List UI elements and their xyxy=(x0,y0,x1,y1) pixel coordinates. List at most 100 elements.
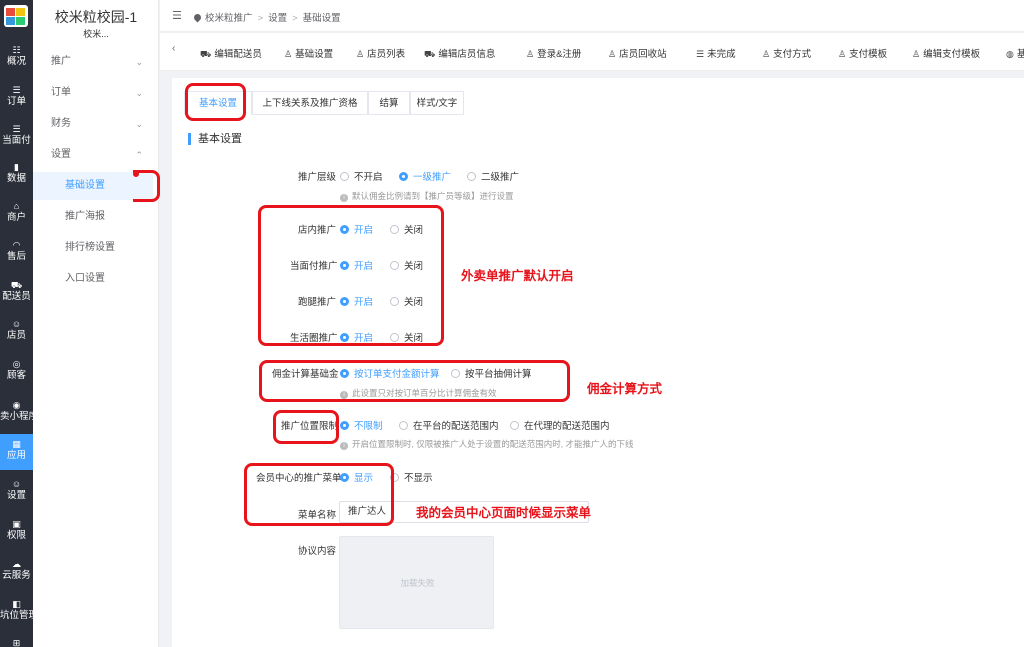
rail-item-overview[interactable]: ☷ 概况 xyxy=(0,40,33,76)
rail-item-clerk[interactable]: ☺ 店员 xyxy=(0,314,33,350)
rail-item-aftersale[interactable]: ◠ 售后 xyxy=(0,235,33,271)
clerk-icon: ☺ xyxy=(11,319,22,329)
breadcrumb-item[interactable]: 设置 xyxy=(268,13,287,24)
field-label: 推广层级 xyxy=(298,172,337,183)
sidebar-group-finance[interactable]: 财务 ⌄ xyxy=(33,114,159,134)
image-load-failed-text: 加载失败 xyxy=(400,578,435,588)
annotation-note: 我的会员中心页面时候显示菜单 xyxy=(416,506,592,520)
rail-item-windows[interactable]: ⊞ xyxy=(0,633,33,647)
person-icon: ♙ xyxy=(762,49,771,59)
person-icon: ♙ xyxy=(284,49,293,59)
sidebar-group-settings[interactable]: 设置 ⌃ xyxy=(33,145,159,165)
secondary-sidebar: 校米粒校园-1 校米... 推广 ⌄ 订单 ⌄ 财务 ⌄ 设置 ⌃ 基础设置 推广海报 … xyxy=(33,0,159,647)
sidebar-item-ranking[interactable]: 排行榜设置 xyxy=(33,234,153,262)
subtab-settlement[interactable]: 结算 xyxy=(368,91,410,115)
person-icon: ♙ xyxy=(526,49,535,59)
tab-payment-methods[interactable]: ♙ 支付方式 xyxy=(762,46,811,60)
permission-icon: ▣ xyxy=(12,519,21,529)
data-icon: ▮ xyxy=(14,162,19,172)
subtab-relations[interactable]: 上下线关系及推广资格 xyxy=(252,91,368,115)
chat-icon: ◍ xyxy=(1006,49,1014,59)
rail-item-courier[interactable]: ⛟ 配送员 xyxy=(0,275,33,311)
highlight-subtab-basic xyxy=(185,83,246,121)
rail-item-miniapp[interactable]: ◉ 卖小程序 xyxy=(0,395,38,431)
rail-item-permission[interactable]: ▣ 权限 xyxy=(0,514,33,550)
slot-icon: ◧ xyxy=(12,599,21,609)
field-label: 协议内容 xyxy=(298,546,337,557)
chevron-down-icon: ⌄ xyxy=(135,119,143,129)
radio-menu-hide[interactable]: 不显示 xyxy=(390,470,433,484)
chevron-up-icon: ⌃ xyxy=(135,150,143,160)
highlight-position xyxy=(273,410,339,444)
chevron-left-icon[interactable]: ‹ xyxy=(172,43,175,54)
order-icon: ☰ xyxy=(12,85,21,95)
radio-level-off[interactable]: 不开启 xyxy=(340,169,383,183)
annotation-note: 外卖单推广默认开启 xyxy=(461,269,574,283)
tab-login-register[interactable]: ♙ 登录&注册 xyxy=(526,46,581,60)
tab-payment-templates[interactable]: ♙ 支付模板 xyxy=(838,46,887,60)
highlight-sidebar-basic xyxy=(133,170,160,202)
agreement-image[interactable]: 加载失败 xyxy=(339,536,494,629)
tab-edit-payment-template[interactable]: ♙ 编辑支付模板 xyxy=(912,46,980,60)
top-header: ☰ 校米粒推广 > 设置 > 基础设置 xyxy=(160,0,1024,32)
info-icon: i xyxy=(340,442,348,450)
radio-level-two[interactable]: 二级推广 xyxy=(467,169,519,183)
rail-item-facepay[interactable]: ☰ 当面付 xyxy=(0,119,33,155)
highlight-commission xyxy=(259,360,570,402)
page-tabs: ‹ ⛟ 编辑配送员 ♙ 基础设置 ♙ 店员列表 ⛟ 编辑店员信息 ♙ 登录&注册 ♙ 店员回… xyxy=(160,33,1024,71)
chevron-down-icon: ⌄ xyxy=(135,88,143,98)
radio-position-none[interactable]: 不限制 xyxy=(340,418,383,432)
sidebar-group-orders[interactable]: 订单 ⌄ xyxy=(33,83,159,103)
rail-item-cloud[interactable]: ☁ 云服务 xyxy=(0,554,33,590)
info-icon: i xyxy=(340,194,348,202)
radio-position-agent[interactable]: 在代理的配送范围内 xyxy=(510,418,610,432)
rail-item-settings[interactable]: ☺ 设置 xyxy=(0,474,33,510)
courier-icon: ⛟ xyxy=(10,280,23,290)
radio-position-platform[interactable]: 在平台的配送范围内 xyxy=(399,418,499,432)
truck-icon: ⛟ xyxy=(424,49,436,59)
shop-icon: ⌂ xyxy=(13,201,20,211)
subtab-style-text[interactable]: 样式/文字 xyxy=(410,91,464,115)
cloud-icon: ☁ xyxy=(12,559,21,569)
tab-unfinished[interactable]: ☰ 未完成 xyxy=(696,46,736,60)
overview-icon: ☷ xyxy=(12,45,21,55)
rail-item-customer[interactable]: ◎ 顾客 xyxy=(0,354,33,390)
sidebar-item-poster[interactable]: 推广海报 xyxy=(33,203,153,231)
windows-icon: ⊞ xyxy=(12,638,21,647)
tab-basic-settings[interactable]: ♙ 基础设置 xyxy=(284,46,333,60)
left-rail: ☷ 概况 ☰ 订单 ☰ 当面付 ▮ 数据 ⌂ 商户 ◠ 售后 ⛟ 配送员 ☺ 店员 ◎ 顾客 ◉ 卖… xyxy=(0,0,38,647)
rail-item-orders[interactable]: ☰ 订单 xyxy=(0,80,33,116)
annotation-note: 佣金计算方式 xyxy=(587,382,663,396)
sidebar-item-entry[interactable]: 入口设置 xyxy=(33,265,153,293)
tab-edit-clerk[interactable]: ⛟ 编辑店员信息 xyxy=(424,46,495,61)
miniapp-icon: ◉ xyxy=(12,400,21,410)
section-title: 基本设置 xyxy=(188,133,242,145)
chevron-down-icon: ⌄ xyxy=(135,57,143,67)
rail-item-merchant[interactable]: ⌂ 商户 xyxy=(0,196,33,232)
store-subtitle: 校米... xyxy=(83,29,109,39)
rail-item-data[interactable]: ▮ 数据 xyxy=(0,157,33,193)
rail-item-slot[interactable]: ◧ 坑位管理 xyxy=(0,594,38,630)
rail-item-apps[interactable]: ▦ 应用 xyxy=(0,434,33,470)
breadcrumb-item[interactable]: 校米粒推广 xyxy=(205,13,253,24)
menu-fold-icon[interactable]: ☰ xyxy=(172,9,182,22)
person-icon: ♙ xyxy=(838,49,847,59)
tab-edit-courier[interactable]: ⛟ 编辑配送员 xyxy=(200,46,262,61)
hint-position: i 开启位置限制时, 仅限被推广人处于设置的配送范围内时, 才能推广人的下线 xyxy=(340,438,633,450)
store-title: 校米粒校园-1 xyxy=(54,9,138,25)
tab-clerk-recycle[interactable]: ♙ 店员回收站 xyxy=(608,46,667,60)
aftersale-icon: ◠ xyxy=(12,240,21,250)
highlight-member-menu xyxy=(244,463,394,526)
facepay-icon: ☰ xyxy=(12,124,21,134)
tab-clerk-list[interactable]: ♙ 店员列表 xyxy=(356,46,405,60)
tab-truncated[interactable]: ◍基 xyxy=(1006,46,1024,60)
sidebar-group-promotion[interactable]: 推广 ⌄ xyxy=(33,52,159,72)
list-icon: ☰ xyxy=(696,49,705,59)
customer-icon: ◎ xyxy=(12,359,21,369)
radio-level-one[interactable]: 一级推广 xyxy=(399,169,451,183)
apps-icon: ▦ xyxy=(12,439,21,449)
person-icon: ♙ xyxy=(356,49,365,59)
drop-icon xyxy=(192,12,203,23)
person-icon: ♙ xyxy=(608,49,617,59)
app-logo[interactable] xyxy=(4,5,28,27)
